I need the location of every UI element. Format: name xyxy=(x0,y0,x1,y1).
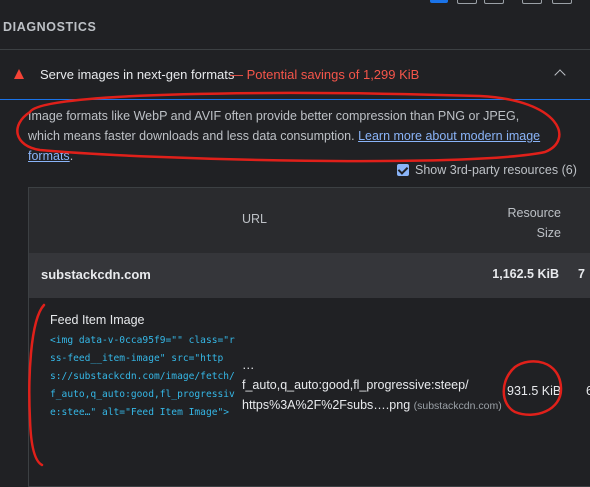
audit-savings: — Potential savings of 1,299 KiB xyxy=(230,67,420,82)
chevron-up-icon[interactable] xyxy=(554,69,566,81)
item-size: 931.5 KiB xyxy=(507,384,562,398)
column-header-resource-size-line2: Size xyxy=(536,226,561,240)
column-header-resource-size: Resource Size xyxy=(488,203,562,243)
toggle-icon[interactable] xyxy=(484,0,504,4)
active-toggle-icon[interactable] xyxy=(430,0,448,3)
table-group-row: substackcdn.com 1,162.5 KiB 7 xyxy=(29,253,590,298)
table-header: URL Resource Size xyxy=(29,188,590,253)
column-header-resource-size-line1: Resource xyxy=(507,206,562,220)
group-size: 1,162.5 KiB xyxy=(492,267,559,281)
toggle-icon[interactable] xyxy=(457,0,477,4)
group-extra-value: 7 xyxy=(578,267,585,281)
third-party-label: Show 3rd-party resources (6) xyxy=(415,163,577,177)
item-extra-value: 6 xyxy=(586,384,590,398)
audit-description-suffix: . xyxy=(69,149,74,163)
item-code-snippet[interactable]: <img data-v-0cca95f9="" class="rss-feed_… xyxy=(50,332,240,422)
group-name: substackcdn.com xyxy=(41,267,151,282)
toggle-icon[interactable] xyxy=(522,0,542,4)
column-header-url: URL xyxy=(242,212,268,226)
audit-header[interactable]: Serve images in next-gen formats — Poten… xyxy=(0,49,590,100)
third-party-checkbox[interactable] xyxy=(397,164,409,176)
fail-triangle-icon xyxy=(14,69,24,79)
section-title: DIAGNOSTICS xyxy=(3,20,97,34)
third-party-toggle[interactable]: Show 3rd-party resources (6) xyxy=(397,163,577,177)
item-url[interactable]: … f_auto,q_auto:good,fl_progressive:stee… xyxy=(242,355,502,416)
table-row[interactable]: Feed Item Image <img data-v-0cca95f9="" … xyxy=(29,298,590,486)
audit-title: Serve images in next-gen formats xyxy=(40,67,235,82)
audit-description: Image formats like WebP and AVIF often p… xyxy=(28,106,548,166)
item-url-line1: … xyxy=(242,358,255,372)
item-url-line3: https%3A%2F%2Fsubs….png xyxy=(242,398,411,412)
item-url-host: (substackcdn.com) xyxy=(413,400,502,412)
item-title: Feed Item Image xyxy=(50,313,145,327)
item-url-line2: f_auto,q_auto:good,fl_progressive:steep/ xyxy=(242,378,469,392)
resource-table: URL Resource Size substackcdn.com 1,162.… xyxy=(28,187,590,487)
toggle-icon[interactable] xyxy=(552,0,572,4)
